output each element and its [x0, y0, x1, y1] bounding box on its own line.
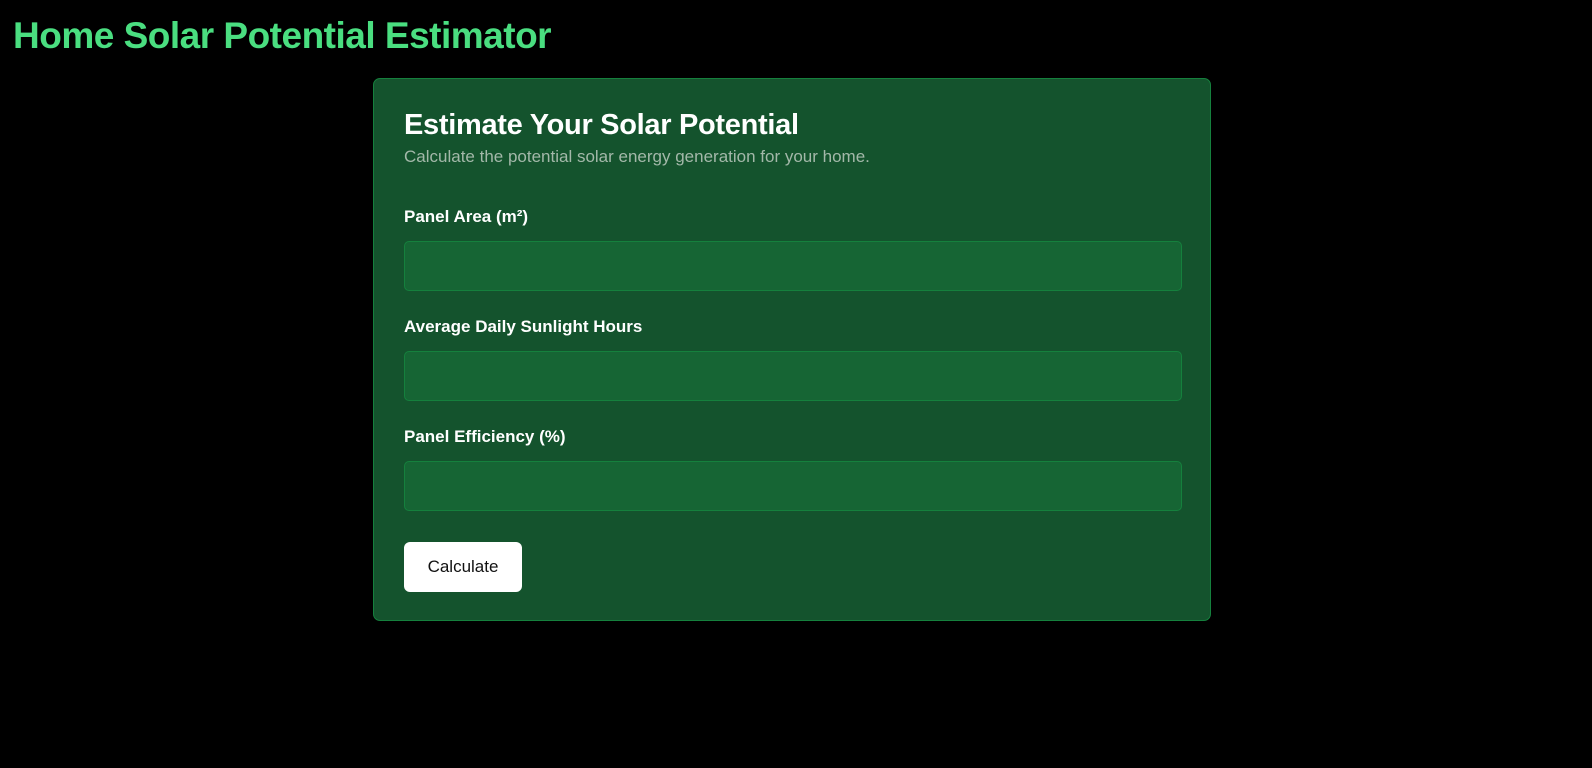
panel-area-input[interactable]: [404, 241, 1182, 291]
card-subtitle: Calculate the potential solar energy gen…: [404, 147, 870, 166]
estimator-card: Estimate Your Solar Potential Calculate …: [373, 78, 1211, 621]
panel-efficiency-label: Panel Efficiency (%): [404, 427, 566, 446]
panel-efficiency-group: Panel Efficiency (%): [404, 426, 1182, 511]
calculate-button[interactable]: Calculate: [404, 542, 522, 592]
sunlight-hours-group: Average Daily Sunlight Hours: [404, 316, 1182, 401]
panel-area-group: Panel Area (m²): [404, 206, 1182, 291]
sunlight-hours-input[interactable]: [404, 351, 1182, 401]
sunlight-hours-label: Average Daily Sunlight Hours: [404, 317, 643, 336]
panel-efficiency-input[interactable]: [404, 461, 1182, 511]
panel-area-label: Panel Area (m²): [404, 207, 529, 226]
page-title: Home Solar Potential Estimator: [13, 15, 552, 56]
card-title: Estimate Your Solar Potential: [404, 109, 799, 141]
